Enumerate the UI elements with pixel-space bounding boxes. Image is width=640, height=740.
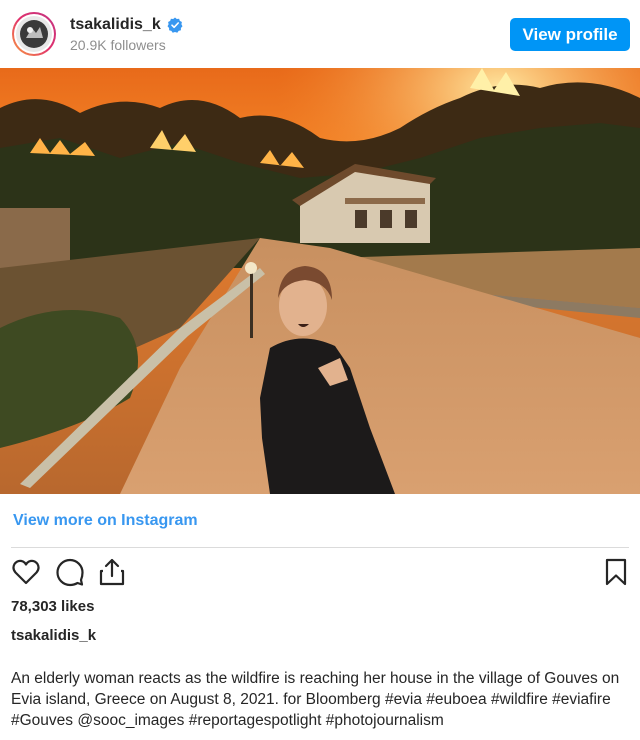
view-more-link[interactable]: View more on Instagram xyxy=(13,512,198,530)
caption-text: An elderly woman reacts as the wildfire … xyxy=(11,670,620,729)
wildfire-photo-icon xyxy=(0,68,640,494)
action-bar xyxy=(11,557,629,589)
avatar[interactable] xyxy=(12,12,56,56)
divider xyxy=(11,547,629,548)
username-row: tsakalidis_k xyxy=(70,16,183,34)
user-block: tsakalidis_k 20.9K followers xyxy=(70,16,183,53)
post-header: tsakalidis_k 20.9K followers View profil… xyxy=(0,0,640,68)
post-photo[interactable] xyxy=(0,68,640,494)
share-icon[interactable] xyxy=(97,557,127,587)
view-profile-button[interactable]: View profile xyxy=(510,18,630,51)
verified-badge-icon xyxy=(167,17,183,33)
avatar-image xyxy=(16,16,52,52)
heart-icon[interactable] xyxy=(11,557,41,587)
username[interactable]: tsakalidis_k xyxy=(70,16,161,34)
likes-count[interactable]: 78,303 likes xyxy=(11,598,94,615)
caption-username[interactable]: tsakalidis_k xyxy=(11,627,96,644)
comment-icon[interactable] xyxy=(55,557,85,587)
bookmark-icon[interactable] xyxy=(601,557,631,587)
followers-count: 20.9K followers xyxy=(70,36,166,53)
